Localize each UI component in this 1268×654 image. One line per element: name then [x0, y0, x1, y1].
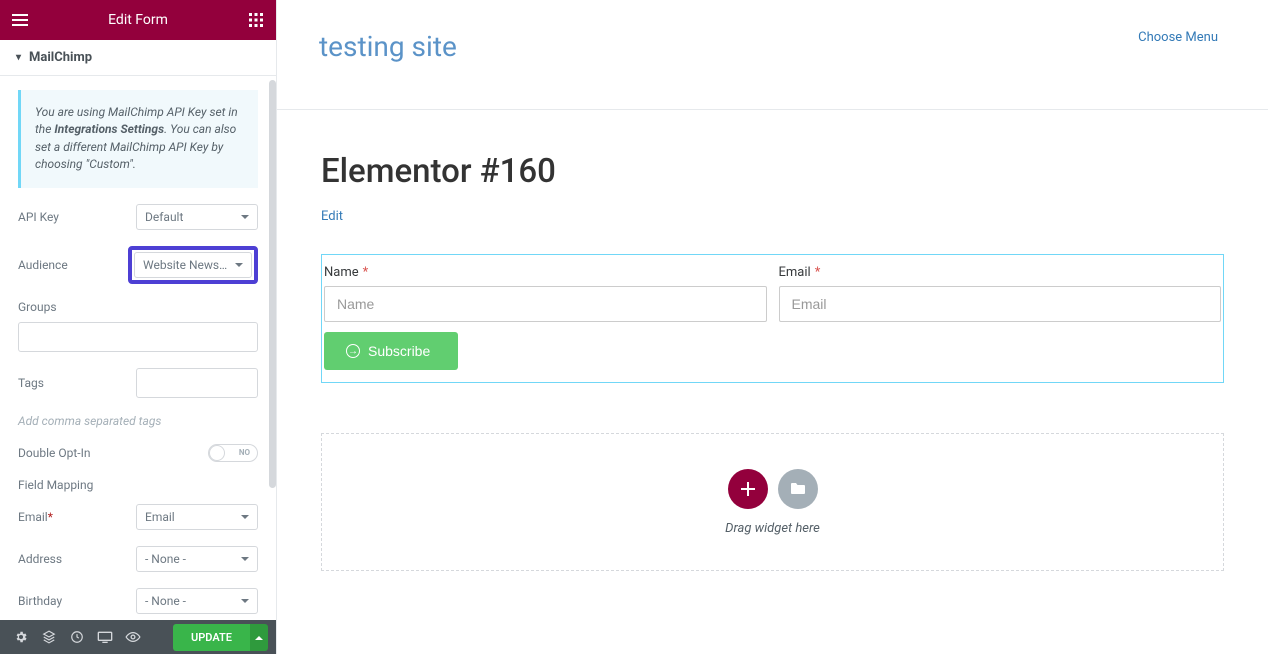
form-widget[interactable]: Name* Email* → Subscribe: [321, 254, 1224, 383]
update-options-caret[interactable]: [250, 624, 268, 651]
map-email-select[interactable]: Email: [136, 504, 258, 530]
responsive-icon[interactable]: [92, 624, 118, 650]
map-address-select[interactable]: - None -: [136, 546, 258, 572]
site-title[interactable]: testing site: [319, 30, 457, 63]
api-key-row: API Key Default: [18, 204, 258, 230]
preview-icon[interactable]: [120, 624, 146, 650]
audience-label: Audience: [18, 258, 68, 272]
audience-row: Audience Website Newslette: [18, 246, 258, 284]
map-birthday-select[interactable]: - None -: [136, 588, 258, 614]
preview-area: testing site Choose Menu Elementor #160 …: [277, 0, 1268, 654]
double-optin-toggle[interactable]: NO: [208, 444, 258, 462]
drop-hint-text: Drag widget here: [725, 521, 820, 536]
groups-input[interactable]: [18, 322, 258, 352]
navigator-icon[interactable]: [36, 624, 62, 650]
form-fields-row: Name* Email*: [322, 265, 1223, 332]
sidebar-scrollbar[interactable]: [269, 80, 276, 488]
groups-label: Groups: [18, 300, 258, 314]
add-section-button[interactable]: [728, 469, 768, 509]
toggle-state: NO: [239, 448, 250, 457]
name-field[interactable]: [324, 286, 767, 322]
email-field[interactable]: [779, 286, 1222, 322]
update-button-group: UPDATE: [173, 624, 268, 651]
form-col-name: Name*: [322, 265, 767, 322]
panel-body: ▾ MailChimp You are using MailChimp API …: [0, 40, 276, 620]
audience-select[interactable]: Website Newslette: [134, 252, 252, 278]
tags-label: Tags: [18, 376, 44, 390]
toggle-knob: [209, 445, 225, 461]
name-field-label: Name*: [324, 265, 767, 280]
editor-footer: UPDATE: [0, 620, 276, 654]
tags-helper: Add comma separated tags: [18, 414, 258, 428]
tags-input[interactable]: [136, 368, 258, 398]
field-mapping-heading: Field Mapping: [18, 478, 258, 492]
subscribe-button[interactable]: → Subscribe: [324, 332, 458, 370]
map-email-row: Email* Email: [18, 504, 258, 530]
audience-highlight: Website Newslette: [128, 246, 258, 284]
caret-down-icon: ▾: [16, 52, 21, 63]
map-address-row: Address - None -: [18, 546, 258, 572]
tags-row: Tags: [18, 368, 258, 398]
api-key-info: You are using MailChimp API Key set in t…: [18, 90, 258, 188]
preview-top-bar: testing site Choose Menu: [277, 0, 1268, 110]
map-birthday-row: Birthday - None -: [18, 588, 258, 614]
double-optin-row: Double Opt-In NO: [18, 444, 258, 462]
apps-grid-icon[interactable]: [246, 10, 266, 30]
map-address-label: Address: [18, 552, 62, 566]
editor-sidebar: Edit Form ▾ MailChimp You are using Mail…: [0, 0, 277, 654]
drop-buttons: [728, 469, 818, 509]
mailchimp-section-content: You are using MailChimp API Key set in t…: [0, 76, 276, 620]
double-optin-label: Double Opt-In: [18, 446, 90, 460]
form-col-email: Email*: [779, 265, 1224, 322]
arrow-right-circle-icon: →: [346, 344, 360, 358]
add-section-dropzone[interactable]: Drag widget here: [321, 433, 1224, 571]
sidebar-title: Edit Form: [108, 12, 168, 28]
add-template-button[interactable]: [778, 469, 818, 509]
map-email-label: Email*: [18, 510, 53, 524]
history-icon[interactable]: [64, 624, 90, 650]
api-key-select[interactable]: Default: [136, 204, 258, 230]
mailchimp-section-toggle[interactable]: ▾ MailChimp: [0, 40, 276, 76]
edit-link[interactable]: Edit: [321, 209, 343, 224]
subscribe-label: Subscribe: [368, 343, 430, 359]
page-title: Elementor #160: [321, 152, 1224, 191]
email-field-label: Email*: [779, 265, 1222, 280]
update-button[interactable]: UPDATE: [173, 624, 250, 651]
api-key-label: API Key: [18, 210, 59, 224]
settings-icon[interactable]: [8, 624, 34, 650]
map-birthday-label: Birthday: [18, 594, 62, 608]
sidebar-header: Edit Form: [0, 0, 276, 40]
page-content: Elementor #160 Edit Name* Email* → Subsc…: [277, 110, 1268, 571]
hamburger-icon[interactable]: [10, 10, 30, 30]
section-toggle-label: MailChimp: [29, 50, 92, 65]
choose-menu-link[interactable]: Choose Menu: [1138, 30, 1218, 45]
